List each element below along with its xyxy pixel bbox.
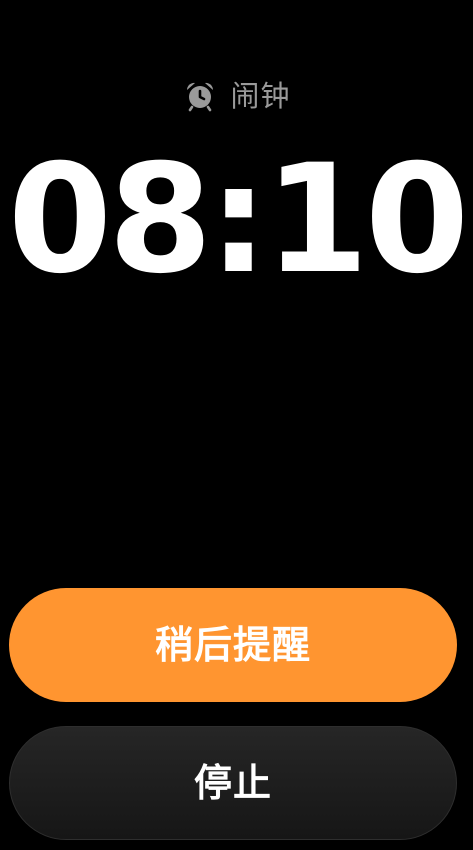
snooze-button[interactable]: 稍后提醒 <box>9 588 457 702</box>
alarm-header: 闹钟 <box>0 76 473 116</box>
alarm-time: 08:10 <box>7 133 469 307</box>
alarm-screen: 闹钟 08:10 稍后提醒 停止 <box>0 0 473 850</box>
stop-button[interactable]: 停止 <box>9 726 457 840</box>
stop-button-label: 停止 <box>193 761 272 805</box>
alarm-clock-icon <box>182 78 218 114</box>
snooze-button-label: 稍后提醒 <box>154 623 311 667</box>
alarm-title: 闹钟 <box>230 79 291 113</box>
